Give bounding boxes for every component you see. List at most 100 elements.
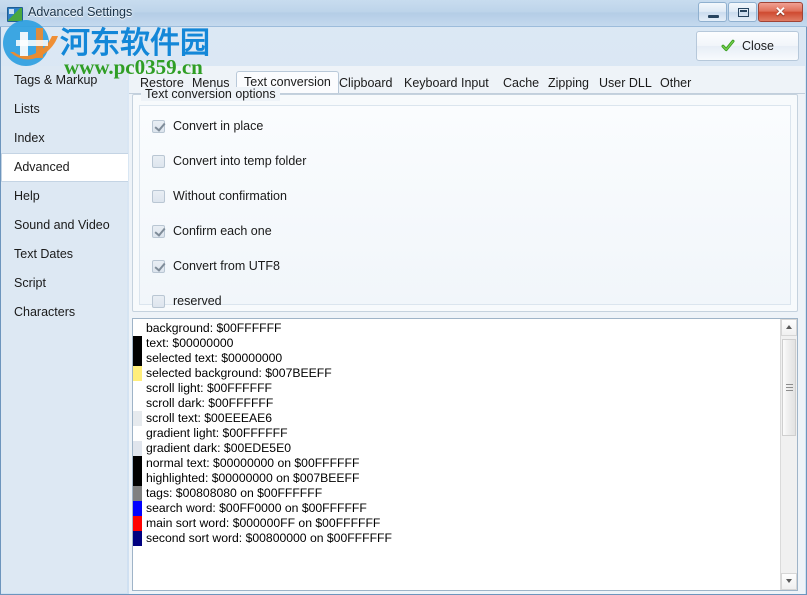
tab-user-dll[interactable]: User DLL xyxy=(592,74,659,93)
group-content: Convert in place Convert into temp folde… xyxy=(139,105,791,308)
sidebar-item-sound-and-video[interactable]: Sound and Video xyxy=(1,211,127,240)
list-item-label: selected background: $007BEEFF xyxy=(146,366,332,380)
checkbox-checked-icon xyxy=(152,224,165,238)
tab-label: User DLL xyxy=(599,76,652,90)
checkbox-label: Without confirmation xyxy=(173,189,287,203)
group-title: Text conversion options xyxy=(141,87,280,101)
list-item[interactable]: selected text: $00000000 xyxy=(133,351,779,366)
tab-label: Cache xyxy=(503,76,540,90)
checkbox-convert-in-place[interactable]: Convert in place xyxy=(152,118,263,134)
color-swatch xyxy=(133,426,142,441)
close-button-label: Close xyxy=(742,39,774,53)
list-item[interactable]: search word: $00FF0000 on $00FFFFFF xyxy=(133,501,779,516)
sidebar-item-script[interactable]: Script xyxy=(1,269,127,298)
sidebar-item-characters[interactable]: Characters xyxy=(1,298,127,327)
tab-label: Clipboard xyxy=(339,76,393,90)
checkbox-unchecked-icon xyxy=(152,154,165,168)
tab-clipboard[interactable]: Clipboard xyxy=(332,74,400,93)
list-item-label: scroll dark: $00FFFFFF xyxy=(146,396,274,410)
sidebar: Tags & Markup Lists Index Advanced Help … xyxy=(1,66,128,593)
checkbox-confirm-each-one[interactable]: Confirm each one xyxy=(152,223,272,239)
color-swatch xyxy=(133,486,142,501)
sidebar-item-index[interactable]: Index xyxy=(1,124,127,153)
list-item-label: search word: $00FF0000 on $00FFFFFF xyxy=(146,501,367,515)
minimize-button[interactable] xyxy=(698,2,727,22)
list-item-label: gradient dark: $00EDE5E0 xyxy=(146,441,291,455)
list-item[interactable]: main sort word: $000000FF on $00FFFFFF xyxy=(133,516,779,531)
list-item-label: text: $00000000 xyxy=(146,336,234,350)
title-bar[interactable]: Advanced Settings ✕ xyxy=(0,0,807,27)
color-swatch xyxy=(133,366,142,381)
window-title: Advanced Settings xyxy=(28,5,133,19)
green-check-icon xyxy=(721,39,735,53)
list-item[interactable]: gradient light: $00FFFFFF xyxy=(133,426,779,441)
list-item-label: gradient light: $00FFFFFF xyxy=(146,426,288,440)
tab-label: Zipping xyxy=(548,76,589,90)
advanced-settings-window: Advanced Settings ✕ Close Tags & Markup xyxy=(0,0,807,595)
tab-zipping[interactable]: Zipping xyxy=(541,74,596,93)
list-item[interactable]: selected background: $007BEEFF xyxy=(133,366,779,381)
color-swatch xyxy=(133,381,142,396)
list-item[interactable]: text: $00000000 xyxy=(133,336,779,351)
color-swatch xyxy=(133,501,142,516)
list-item-label: background: $00FFFFFF xyxy=(146,321,282,335)
checkbox-reserved[interactable]: reserved xyxy=(152,293,222,309)
list-item-label: main sort word: $000000FF on $00FFFFFF xyxy=(146,516,381,530)
tab-label: Keyboard Input xyxy=(404,76,489,90)
text-conversion-options-group: Text conversion options Convert in place… xyxy=(132,87,798,312)
scrollbar-thumb[interactable] xyxy=(782,339,796,436)
sidebar-item-label: Tags & Markup xyxy=(14,73,98,87)
list-item-label: scroll text: $00EEEAE6 xyxy=(146,411,272,425)
maximize-icon xyxy=(738,8,749,17)
tab-keyboard-input[interactable]: Keyboard Input xyxy=(397,74,496,93)
sidebar-item-label: Script xyxy=(14,276,46,290)
list-item[interactable]: second sort word: $00800000 on $00FFFFFF xyxy=(133,531,779,546)
checkbox-convert-from-utf8[interactable]: Convert from UTF8 xyxy=(152,258,280,274)
checkbox-label: reserved xyxy=(173,294,222,308)
list-item[interactable]: scroll text: $00EEEAE6 xyxy=(133,411,779,426)
checkbox-convert-into-temp-folder[interactable]: Convert into temp folder xyxy=(152,153,306,169)
maximize-button[interactable] xyxy=(728,2,757,22)
tab-label: Other xyxy=(660,76,692,90)
list-item[interactable]: scroll dark: $00FFFFFF xyxy=(133,396,779,411)
list-item[interactable]: gradient dark: $00EDE5E0 xyxy=(133,441,779,456)
sidebar-item-lists[interactable]: Lists xyxy=(1,95,127,124)
sidebar-item-text-dates[interactable]: Text Dates xyxy=(1,240,127,269)
scroll-down-arrow-icon xyxy=(786,579,792,583)
checkbox-without-confirmation[interactable]: Without confirmation xyxy=(152,188,287,204)
close-icon: ✕ xyxy=(775,4,786,19)
list-item-label: normal text: $00000000 on $00FFFFFF xyxy=(146,456,360,470)
scrollbar-grip-icon xyxy=(786,384,793,385)
list-item[interactable]: highlighted: $00000000 on $007BEEFF xyxy=(133,471,779,486)
close-button[interactable]: Close xyxy=(696,31,799,61)
color-list[interactable]: background: $00FFFFFF text: $00000000 se… xyxy=(132,318,798,591)
list-item[interactable]: background: $00FFFFFF xyxy=(133,321,779,336)
list-item[interactable]: normal text: $00000000 on $00FFFFFF xyxy=(133,456,779,471)
list-item[interactable]: tags: $00808080 on $00FFFFFF xyxy=(133,486,779,501)
checkbox-unchecked-icon xyxy=(152,189,165,203)
scroll-up-button[interactable] xyxy=(781,319,797,336)
sidebar-item-label: Advanced xyxy=(14,160,70,174)
sidebar-item-help[interactable]: Help xyxy=(1,182,127,211)
app-icon xyxy=(7,7,23,22)
checkbox-label: Convert into temp folder xyxy=(173,154,307,168)
vertical-scrollbar[interactable] xyxy=(780,319,797,590)
sidebar-item-label: Sound and Video xyxy=(14,218,110,232)
checkbox-label: Confirm each one xyxy=(173,224,272,238)
checkbox-checked-icon xyxy=(152,119,165,133)
scroll-up-arrow-icon xyxy=(786,325,792,329)
sidebar-item-tags-markup[interactable]: Tags & Markup xyxy=(1,66,127,95)
list-item[interactable]: scroll light: $00FFFFFF xyxy=(133,381,779,396)
list-item-label: highlighted: $00000000 on $007BEEFF xyxy=(146,471,360,485)
tab-cache[interactable]: Cache xyxy=(496,74,546,93)
tab-other[interactable]: Other xyxy=(653,74,698,93)
color-swatch xyxy=(133,351,142,366)
checkbox-checked-icon xyxy=(152,259,165,273)
color-swatch xyxy=(133,456,142,471)
checkbox-label: Convert in place xyxy=(173,119,264,133)
list-item-label: scroll light: $00FFFFFF xyxy=(146,381,272,395)
sidebar-item-advanced[interactable]: Advanced xyxy=(1,153,128,182)
color-swatch xyxy=(133,336,142,351)
close-window-button[interactable]: ✕ xyxy=(758,2,803,22)
scroll-down-button[interactable] xyxy=(781,573,797,590)
